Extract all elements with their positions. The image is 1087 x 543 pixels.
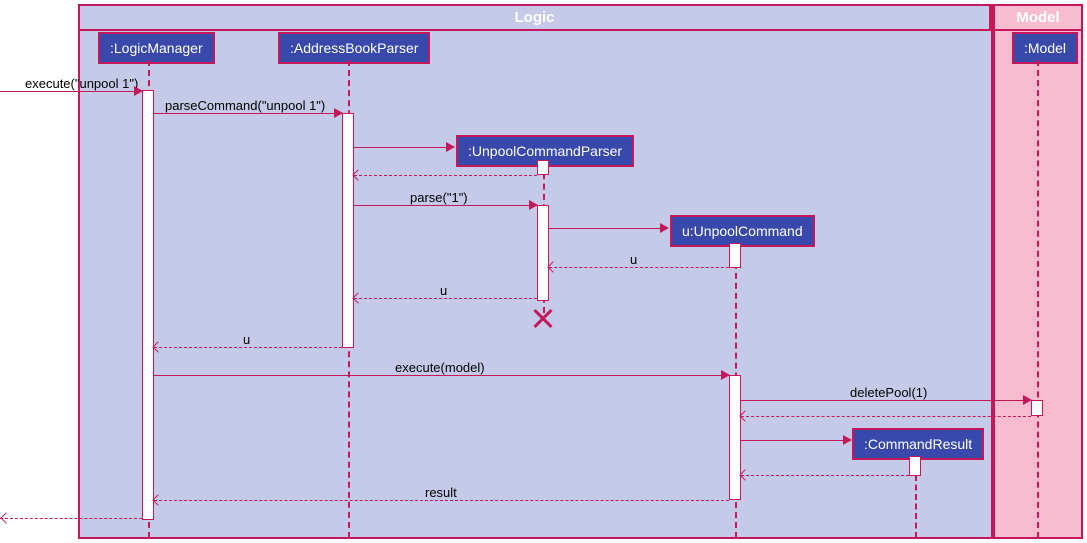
msg-u1: u xyxy=(630,252,637,267)
arrowhead-create-unpool-parser xyxy=(446,142,455,152)
activation-logic-manager xyxy=(142,90,154,520)
participant-address-book-parser: :AddressBookParser xyxy=(278,32,430,64)
arrow-u1 xyxy=(549,267,729,268)
arrowhead-create-unpool-command xyxy=(660,223,669,233)
arrowhead-execute-1 xyxy=(134,86,143,96)
msg-execute-model: execute(model) xyxy=(395,360,485,375)
msg-execute-1: execute("unpool 1") xyxy=(25,76,138,91)
participant-logic-manager: :LogicManager xyxy=(98,32,215,64)
arrowhead-return-external xyxy=(0,512,11,523)
arrow-execute-model xyxy=(154,375,729,376)
msg-parse: parse("1") xyxy=(410,190,468,205)
arrow-create-command-result xyxy=(741,440,850,441)
arrow-create-unpool-parser xyxy=(354,147,454,148)
arrow-result xyxy=(154,500,729,501)
destroy-unpool-parser xyxy=(533,308,553,328)
arrowhead-execute-model xyxy=(721,370,730,380)
arrowhead-create-command-result xyxy=(843,435,852,445)
arrow-delete-pool xyxy=(741,400,1031,401)
logic-frame-label: Logic xyxy=(80,6,991,31)
arrow-return-command-result xyxy=(741,475,909,476)
activation-unpool-command-1 xyxy=(729,243,741,268)
arrow-u2 xyxy=(354,298,537,299)
activation-unpool-command-parser-1 xyxy=(537,160,549,175)
activation-address-book-parser xyxy=(342,113,354,348)
model-frame-label: Model xyxy=(995,6,1081,31)
activation-model xyxy=(1031,400,1043,416)
arrow-parse xyxy=(354,205,537,206)
participant-model: :Model xyxy=(1012,32,1078,64)
arrowhead-delete-pool xyxy=(1023,395,1032,405)
msg-delete-pool: deletePool(1) xyxy=(850,385,927,400)
lifeline-model xyxy=(1037,60,1039,538)
arrow-return-delete-pool xyxy=(741,416,1031,417)
arrow-execute-1 xyxy=(0,91,142,92)
msg-result: result xyxy=(425,485,457,500)
arrowhead-parse-command xyxy=(334,108,343,118)
activation-unpool-command-parser-2 xyxy=(537,205,549,301)
activation-unpool-command-2 xyxy=(729,375,741,500)
arrowhead-parse xyxy=(529,200,538,210)
msg-parse-command: parseCommand("unpool 1") xyxy=(165,98,325,113)
activation-command-result xyxy=(909,456,921,476)
arrow-parse-command xyxy=(154,113,342,114)
arrow-create-unpool-command xyxy=(549,228,667,229)
arrow-return-create-parser xyxy=(354,175,537,176)
msg-u3: u xyxy=(243,332,250,347)
arrow-return-external xyxy=(0,518,142,519)
participant-unpool-command: u:UnpoolCommand xyxy=(670,215,815,247)
arrow-u3 xyxy=(154,347,342,348)
msg-u2: u xyxy=(440,283,447,298)
